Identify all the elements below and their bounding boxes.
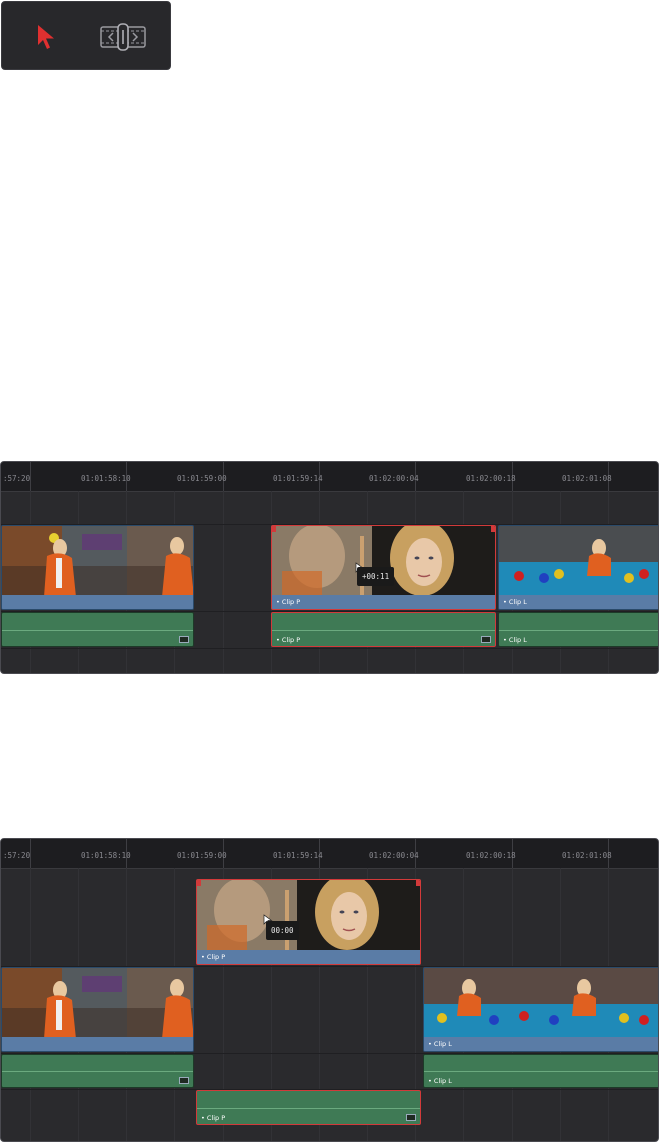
timecode-label: 01:01:59:14 <box>273 851 323 860</box>
timecode-label: 01:01:59:00 <box>177 851 227 860</box>
audio-clip-icon <box>481 636 491 643</box>
clip-name: • Clip P <box>197 950 420 964</box>
clip-thumbnail <box>2 526 193 595</box>
clip-thumbnail <box>197 880 420 950</box>
clip-name: • Clip L <box>424 1037 658 1051</box>
clip-name: • Clip P <box>201 1114 226 1122</box>
timecode-label: 01:02:00:18 <box>466 851 516 860</box>
trim-handle-right[interactable] <box>416 880 420 886</box>
slip-slide-icon <box>100 22 146 51</box>
timecode-label: :57:20 <box>3 474 31 483</box>
clip-name: • Clip L <box>499 595 658 609</box>
clip-thumbnail <box>424 968 658 1037</box>
timecode-label: 01:02:00:04 <box>369 851 419 860</box>
audio-clip-icon <box>406 1114 416 1121</box>
selection-mode-button[interactable] <box>22 2 72 71</box>
audio-clip-left[interactable] <box>1 612 194 647</box>
video-clip-l[interactable]: • Clip L <box>423 967 658 1052</box>
timecode-ruler[interactable]: :57:20 01:01:58:10 01:01:59:00 01:01:59:… <box>1 462 658 492</box>
trim-handle-left[interactable] <box>272 526 276 532</box>
video-clip-left[interactable] <box>1 967 194 1052</box>
clip-name <box>2 1037 193 1051</box>
video-clip-p-selected[interactable]: • Clip P <box>196 879 421 965</box>
video-clip-left[interactable] <box>1 525 194 610</box>
clip-name: • Clip L <box>503 636 527 644</box>
timecode-label: 01:01:59:14 <box>273 474 323 483</box>
audio-clip-icon <box>179 1077 189 1084</box>
timeline-panel-after: :57:20 01:01:58:10 01:01:59:00 01:01:59:… <box>0 838 659 1142</box>
clip-name: • Clip P <box>272 595 495 609</box>
edit-mode-toolbar <box>1 1 171 70</box>
timecode-label: 01:01:58:10 <box>81 851 131 860</box>
audio-clip-left[interactable] <box>1 1054 194 1088</box>
audio-clip-l[interactable]: • Clip L <box>498 612 658 647</box>
audio-clip-l[interactable]: • Clip L <box>423 1054 658 1088</box>
trim-delta-tooltip: +00:11 <box>357 567 395 586</box>
clip-thumbnail <box>499 526 658 595</box>
arrow-pointer-icon <box>38 24 54 49</box>
audio-clip-p-selected[interactable]: • Clip P <box>271 612 496 647</box>
trim-handle-left[interactable] <box>197 880 201 886</box>
clip-name: • Clip P <box>276 636 301 644</box>
timecode-label: 01:01:59:00 <box>177 474 227 483</box>
audio-clip-icon <box>179 636 189 643</box>
clip-name <box>2 595 193 609</box>
clip-name: • Clip L <box>428 1077 452 1085</box>
timecode-ruler[interactable]: :57:20 01:01:58:10 01:01:59:00 01:01:59:… <box>1 839 658 869</box>
timecode-label: :57:20 <box>3 851 31 860</box>
audio-clip-p-selected[interactable]: • Clip P <box>196 1090 421 1125</box>
timecode-label: 01:02:01:08 <box>562 851 612 860</box>
timecode-label: 01:02:01:08 <box>562 474 612 483</box>
video-clip-l[interactable]: • Clip L <box>498 525 658 610</box>
trim-handle-right[interactable] <box>491 526 495 532</box>
trim-delta-tooltip: 00:00 <box>266 921 299 940</box>
timecode-label: 01:01:58:10 <box>81 474 131 483</box>
slip-mode-button[interactable] <box>96 2 150 71</box>
timecode-label: 01:02:00:04 <box>369 474 419 483</box>
timecode-label: 01:02:00:18 <box>466 474 516 483</box>
clip-thumbnail <box>2 968 193 1037</box>
timeline-panel-before: :57:20 01:01:58:10 01:01:59:00 01:01:59:… <box>0 461 659 674</box>
